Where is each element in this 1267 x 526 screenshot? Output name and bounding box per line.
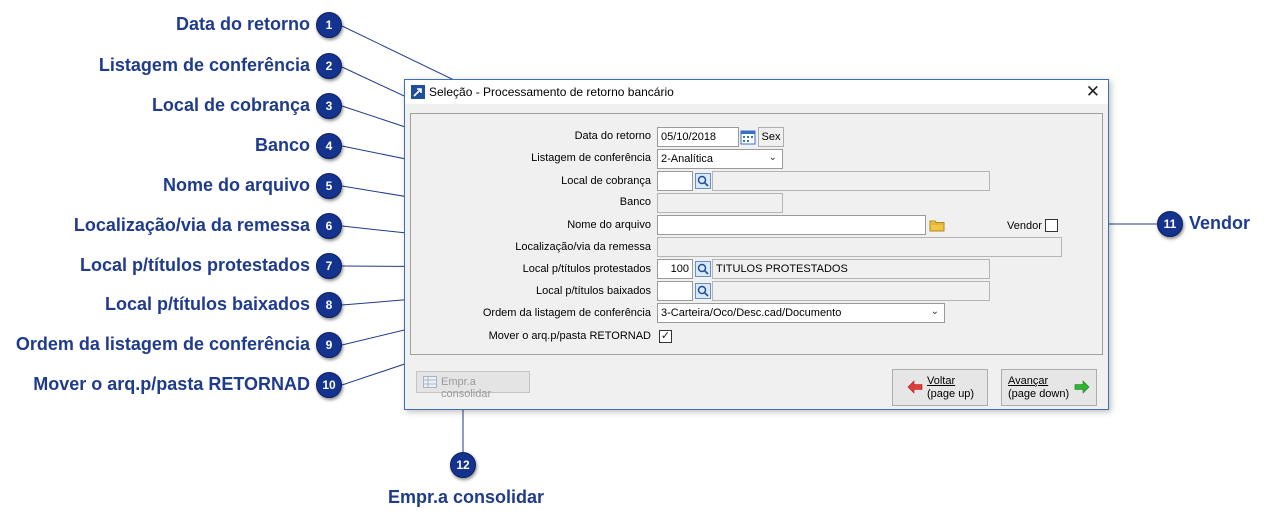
callout-badge-8: 8	[316, 292, 342, 318]
local-cobranca-desc	[712, 171, 990, 191]
callout-badge-2: 2	[316, 53, 342, 79]
callout-badge-7: 7	[316, 253, 342, 279]
ordem-select[interactable]: 3-Carteira/Oco/Desc.cad/Documento ⌄	[657, 303, 945, 323]
callout-label-localizacao: Localização/via da remessa	[73, 215, 310, 235]
callout-badge-5: 5	[316, 173, 342, 199]
window-title: Seleção - Processamento de retorno bancá…	[429, 85, 674, 99]
lookup-search-icon[interactable]	[695, 261, 711, 277]
chevron-down-icon: ⌄	[768, 152, 777, 163]
protestados-label: Local p/títulos protestados	[522, 263, 651, 275]
mover-checkbox[interactable]: ✓	[659, 330, 672, 343]
callout-label-local-cobranca: Local de cobrança	[151, 95, 310, 115]
avancar-label: Avançar	[1008, 375, 1049, 387]
empr-consolidar-button[interactable]: Empr.a consolidar	[416, 371, 530, 400]
app-icon	[411, 85, 425, 99]
vendor-checkbox[interactable]	[1045, 219, 1058, 232]
callout-badge-12: 12	[450, 452, 476, 478]
listagem-value: 2-Analítica	[661, 153, 713, 165]
listagem-label: Listagem de conferência	[531, 152, 651, 164]
data-retorno-input[interactable]: 05/10/2018	[657, 127, 739, 147]
baixados-code-input[interactable]	[657, 281, 693, 301]
nome-arquivo-label: Nome do arquivo	[567, 219, 651, 231]
callout-label-banco: Banco	[254, 135, 310, 155]
ordem-label: Ordem da listagem de conferência	[482, 307, 651, 319]
ordem-value: 3-Carteira/Oco/Desc.cad/Documento	[661, 307, 842, 319]
selection-dialog: Seleção - Processamento de retorno bancá…	[404, 79, 1109, 410]
callout-badge-10: 10	[316, 372, 342, 398]
avancar-button[interactable]: Avançar (page down)	[1001, 369, 1097, 406]
callout-label-empr-consolidar: Empr.a consolidar	[388, 487, 545, 507]
callout-label-listagem: Listagem de conferência	[98, 55, 310, 75]
title-bar: Seleção - Processamento de retorno bancá…	[405, 80, 1108, 104]
callout-label-ordem: Ordem da listagem de conferência	[15, 334, 310, 354]
local-cobranca-code-input[interactable]	[657, 171, 693, 191]
callout-label-data-retorno: Data do retorno	[175, 14, 310, 34]
vendor-label: Vendor	[1007, 220, 1042, 232]
empr-consolidar-label: Empr.a consolidar	[441, 376, 492, 400]
callout-label-nome-arquivo: Nome do arquivo	[162, 175, 310, 195]
folder-icon[interactable]	[929, 217, 945, 233]
data-retorno-label: Data do retorno	[574, 130, 651, 142]
arrow-left-icon	[907, 380, 923, 394]
table-icon	[423, 376, 437, 388]
baixados-label: Local p/títulos baixados	[536, 285, 651, 297]
voltar-shortcut: (page up)	[927, 388, 975, 400]
callout-label-baixados: Local p/títulos baixados	[104, 294, 310, 314]
arrow-right-icon	[1074, 380, 1090, 394]
chevron-down-icon: ⌄	[930, 306, 939, 317]
callout-label-mover: Mover o arq.p/pasta RETORNAD	[33, 374, 310, 394]
localizacao-label: Localização/via da remessa	[515, 241, 651, 253]
localizacao-field	[657, 237, 1062, 257]
callout-badge-11: 11	[1157, 211, 1183, 237]
callout-badge-1: 1	[316, 12, 342, 38]
banco-label: Banco	[619, 196, 651, 208]
voltar-button[interactable]: Voltar (page up)	[892, 369, 988, 406]
callout-badge-4: 4	[316, 133, 342, 159]
voltar-label: Voltar	[927, 375, 956, 387]
avancar-shortcut: (page down)	[1008, 388, 1070, 400]
close-icon[interactable]: ✕	[1086, 82, 1100, 102]
callout-badge-6: 6	[316, 213, 342, 239]
lookup-search-icon[interactable]	[695, 283, 711, 299]
weekday-display: Sex	[758, 127, 784, 147]
protestados-code-input[interactable]: 100	[657, 259, 693, 279]
callout-badge-9: 9	[316, 332, 342, 358]
baixados-desc	[712, 281, 990, 301]
banco-field	[657, 193, 783, 213]
listagem-select[interactable]: 2-Analítica ⌄	[657, 149, 783, 169]
lookup-search-icon[interactable]	[695, 173, 711, 189]
callout-label-protestados: Local p/títulos protestados	[79, 255, 310, 275]
callout-label-vendor: Vendor	[1189, 213, 1251, 233]
mover-label: Mover o arq.p/pasta RETORNAD	[488, 330, 651, 342]
local-cobranca-label: Local de cobrança	[561, 175, 651, 187]
nome-arquivo-input[interactable]	[657, 215, 926, 235]
protestados-desc: TITULOS PROTESTADOS	[712, 259, 990, 279]
callout-badge-3: 3	[316, 93, 342, 119]
calendar-icon[interactable]	[740, 129, 756, 145]
